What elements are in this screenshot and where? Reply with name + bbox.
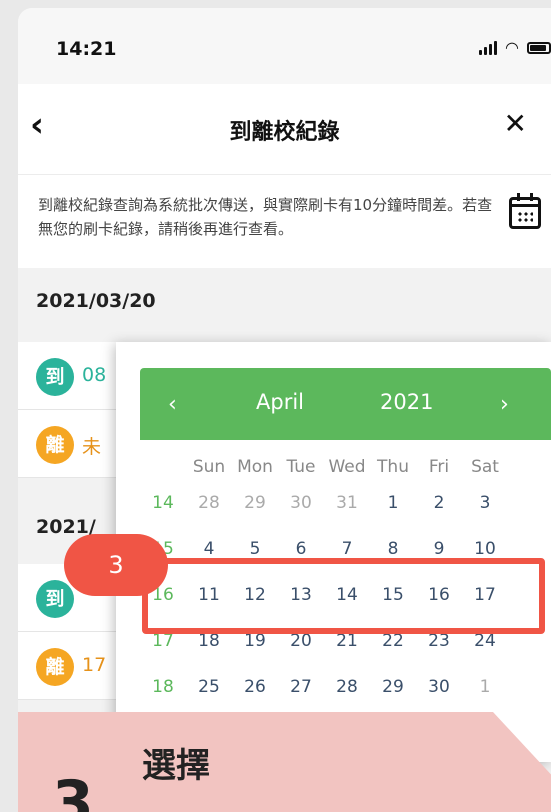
weekday-thu: Thu (377, 457, 409, 477)
weekday-row: Sun Mon Tue Wed Thu Fri Sat (140, 452, 551, 488)
step-number: 3 (52, 768, 94, 812)
date-header-text: 2021/03/20 (36, 290, 156, 312)
leave-time: 未 (82, 436, 102, 458)
wifi-icon: ◠ (505, 38, 519, 57)
day-cell[interactable]: 1 (370, 488, 416, 518)
nav-bar: ‹ 到離校紀錄 ✕ (18, 84, 551, 174)
battery-icon (527, 42, 551, 54)
leave-badge: 離 (36, 426, 74, 464)
step-bubble: 3 (64, 534, 168, 596)
arrive-time: 08 (82, 364, 107, 386)
weekday-sat: Sat (471, 457, 499, 477)
arrive-badge-2: 到 (36, 580, 74, 618)
info-banner: 到離校紀錄查詢為系統批次傳送，與實際刷卡有10分鐘時間差。若查無您的刷卡紀錄，請… (18, 174, 551, 268)
calendar-header: ‹ April 2021 › (140, 368, 551, 440)
day-cell[interactable]: 30 (278, 488, 324, 518)
step-label: 選擇 (142, 746, 210, 786)
status-icons: ◠ (479, 40, 551, 56)
info-text: 到離校紀錄查詢為系統批次傳送，與實際刷卡有10分鐘時間差。若查無您的刷卡紀錄，請… (38, 196, 493, 238)
leave-time-2: 17 (82, 654, 107, 676)
weekday-fri: Fri (428, 457, 450, 477)
weekday-sun: Sun (192, 457, 226, 477)
day-cell[interactable]: 1 (462, 672, 508, 702)
weekday-mon: Mon (237, 457, 273, 477)
day-cell[interactable]: 25 (186, 672, 232, 702)
week-number[interactable]: 18 (140, 672, 186, 702)
day-cell[interactable]: 28 (186, 488, 232, 518)
status-bar: 14:21 ◠ (18, 8, 551, 84)
prev-month-button[interactable]: ‹ (168, 392, 177, 417)
next-month-button[interactable]: › (500, 392, 509, 417)
arrive-badge: 到 (36, 358, 74, 396)
status-time: 14:21 (56, 38, 117, 60)
day-cell[interactable]: 3 (462, 488, 508, 518)
page-title: 到離校紀錄 (229, 120, 340, 145)
day-cell[interactable]: 28 (324, 672, 370, 702)
weekday-wed: Wed (328, 457, 366, 477)
day-cell[interactable]: 27 (278, 672, 324, 702)
day-cell[interactable]: 29 (232, 488, 278, 518)
week-row-18[interactable]: 18 25 26 27 28 29 30 1 (140, 672, 551, 718)
day-cell[interactable]: 2 (416, 488, 462, 518)
day-cell[interactable]: 26 (232, 672, 278, 702)
close-button[interactable]: ✕ (504, 110, 527, 138)
week-row-14[interactable]: 14 28 29 30 31 1 2 3 (140, 488, 551, 534)
calendar-icon[interactable] (509, 193, 541, 229)
leave-badge-2: 離 (36, 648, 74, 686)
instruction-card: 3 選擇 (18, 712, 551, 812)
highlight-frame (142, 558, 545, 634)
date-header: 2021/03/20 (18, 276, 551, 328)
date-picker-popup: ‹ April 2021 › Sun Mon Tue Wed Thu Fri S… (116, 342, 551, 762)
day-cell[interactable]: 30 (416, 672, 462, 702)
day-cell[interactable]: 29 (370, 672, 416, 702)
weekday-tue: Tue (286, 457, 316, 477)
year-label[interactable]: 2021 (380, 390, 433, 414)
signal-icon (479, 41, 498, 55)
day-cell[interactable]: 31 (324, 488, 370, 518)
month-label[interactable]: April (256, 390, 304, 414)
week-number[interactable]: 14 (140, 488, 186, 518)
